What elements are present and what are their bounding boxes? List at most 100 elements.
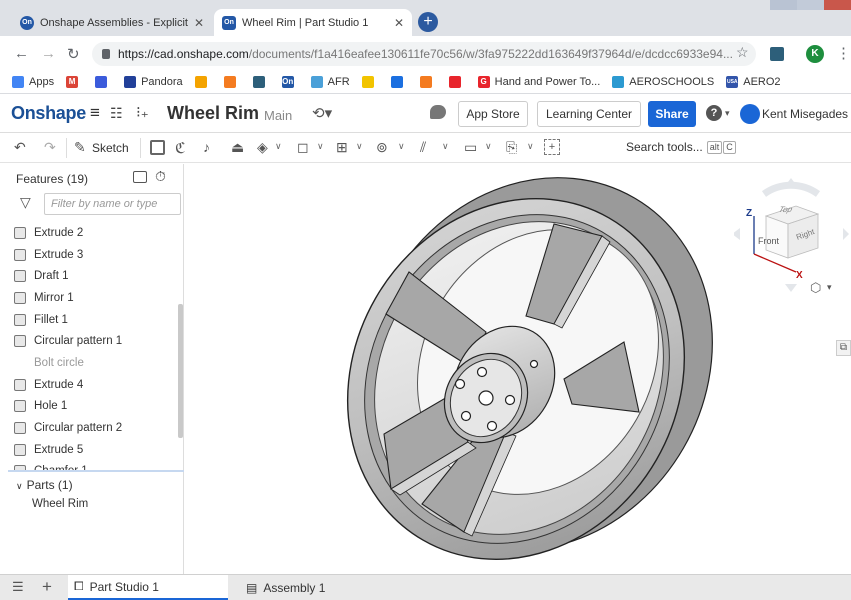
version-history-icon[interactable]: ⟲▾ [312,104,332,122]
bookmark-item[interactable] [419,75,437,88]
minimize-button[interactable] [770,0,797,10]
feature-list-item[interactable]: Draft 1 [8,265,178,287]
revolve-icon[interactable]: ℭ [175,139,186,157]
fillet-icon[interactable]: ◻ [297,139,309,156]
new-tab-button[interactable]: + [418,12,438,32]
feature-filter-input[interactable]: Filter by name or type [44,193,181,215]
address-bar[interactable]: https://cad.onshape.com/documents/f1a416… [92,42,756,66]
bookmark-item[interactable] [390,75,408,88]
bookmark-item[interactable] [252,75,270,88]
profile-avatar[interactable]: K [806,45,824,63]
panel-divider[interactable] [8,470,184,472]
chevron-down-icon[interactable]: ∨ [527,141,534,152]
hamburger-menu-icon[interactable]: ≡ [90,103,100,123]
feature-list-item[interactable]: Extrude 4 [8,374,178,396]
feature-list-icon[interactable]: ☷ [110,105,123,122]
sketch-button[interactable]: Sketch [92,141,129,155]
sheet-metal-icon[interactable]: ⎘ [506,139,517,156]
bookmark-item[interactable]: AEROSCHOOLS [612,75,714,88]
chevron-down-icon[interactable]: ∨ [398,141,405,152]
close-icon[interactable]: ✕ [188,16,204,30]
bookmark-item[interactable]: Pandora [124,75,183,88]
loft-icon[interactable]: ⏏ [231,139,244,156]
transform-icon[interactable]: ⫽ [420,139,426,156]
chevron-down-icon[interactable]: ∨ [275,141,282,152]
close-icon[interactable]: ✕ [388,16,404,30]
reload-icon[interactable]: ↻ [67,45,80,63]
onshape-logo[interactable]: Onshape [11,103,86,124]
plane-icon[interactable]: ▭ [464,139,477,156]
redo-icon[interactable]: ↷ [44,139,56,156]
browser-menu-icon[interactable]: ⋮ [836,44,851,62]
chevron-down-icon[interactable]: ∨ [485,141,492,152]
tab-assembly-1[interactable]: ▤ Assembly 1 [240,575,390,600]
chevron-down-icon[interactable]: ▾ [725,108,730,119]
extension-icon[interactable] [770,47,784,61]
browser-tab-onshape-assemblies[interactable]: On Onshape Assemblies - Explicit M ✕ [12,9,212,36]
feature-list-scrollbar[interactable] [178,304,183,438]
feature-list-item[interactable]: Hole 1 [8,396,178,418]
toolbar-divider [66,138,67,158]
pattern-icon[interactable]: ⊚ [376,139,388,156]
share-button[interactable]: Share [648,101,696,127]
back-arrow-icon[interactable]: ← [14,45,29,62]
forward-arrow-icon[interactable]: → [41,45,56,62]
bookmark-item[interactable]: AFR [310,75,350,88]
feature-list-item[interactable]: Extrude 2 [8,222,178,244]
chevron-down-icon[interactable]: ∨ [442,141,449,152]
feature-list-item[interactable]: Chamfer 1 [8,461,178,470]
chevron-down-icon[interactable]: ∨ [356,141,363,152]
bookmark-item[interactable]: M [66,75,83,88]
bookmark-item[interactable] [223,75,241,88]
rollback-icon[interactable] [133,171,147,183]
sweep-icon[interactable]: ♪ [203,139,210,155]
bookmark-item[interactable] [448,75,466,88]
part-item-wheel-rim[interactable]: Wheel Rim [32,498,88,510]
feature-list-item[interactable]: Extrude 5 [8,439,178,461]
view-cube-front[interactable]: Front [758,236,779,246]
window-close-button[interactable] [824,0,851,10]
bookmark-item[interactable]: USA AERO2 [726,75,781,88]
add-icon[interactable]: ⁝₊ [136,103,149,121]
tab-part-studio-1[interactable]: ⧠ Part Studio 1 [68,575,228,600]
bookmark-item[interactable] [194,75,212,88]
add-tab-button[interactable]: + [42,577,52,597]
document-name[interactable]: Wheel Rim [167,103,259,124]
comments-icon[interactable] [430,105,446,119]
feature-list-item[interactable]: Fillet 1 [8,309,178,331]
maximize-button[interactable] [797,0,824,10]
workspace-name[interactable]: Main [264,108,292,123]
view-cube[interactable]: Top Front Right Z X [732,176,849,296]
extrude-icon[interactable] [150,140,165,155]
user-avatar-icon[interactable] [740,104,760,124]
parts-title[interactable]: ∨ Parts (1) [16,478,73,492]
bookmark-item[interactable] [95,75,112,88]
help-icon[interactable]: ? [706,105,722,121]
bookmark-item[interactable]: G Hand and Power To... [477,75,600,88]
chevron-down-icon[interactable]: ∨ [317,141,324,152]
bookmark-item[interactable]: On [281,75,299,88]
thicken-icon[interactable]: ◈ [257,139,268,156]
bookmark-star-icon[interactable]: ☆ [736,44,749,61]
feature-list-item[interactable]: Extrude 3 [8,244,178,266]
view-options-cube-icon[interactable]: ⬡ [810,280,821,296]
learning-center-button[interactable]: Learning Center [537,101,641,127]
boolean-icon[interactable]: ⊞ [336,139,348,156]
browser-tab-wheel-rim[interactable]: On Wheel Rim | Part Studio 1 ✕ [214,9,412,36]
stopwatch-icon[interactable]: ⏱ [155,168,166,185]
graphics-viewport[interactable]: Top Front Right Z X ⬡ ▾ ⧉ [186,164,851,574]
feature-list-item[interactable]: Mirror 1 [8,287,178,309]
feature-list-item[interactable]: Circular pattern 2 [8,417,178,439]
app-store-button[interactable]: App Store [458,101,528,127]
display-states-icon[interactable]: ⧉ [836,340,851,356]
feature-list-item[interactable]: Bolt circle [8,352,178,374]
bookmark-item[interactable] [361,75,379,88]
bookmark-item[interactable]: Apps [12,75,54,88]
chevron-down-icon[interactable]: ▾ [827,282,832,293]
undo-icon[interactable]: ↶ [14,139,26,156]
search-tools-input[interactable]: Search tools... alt C [626,140,736,154]
feature-list-item[interactable]: Circular pattern 1 [8,330,178,352]
user-name[interactable]: Kent Misegades [762,107,848,121]
tab-manager-icon[interactable]: ☰ [12,579,24,595]
custom-feature-icon[interactable]: + [544,139,560,155]
